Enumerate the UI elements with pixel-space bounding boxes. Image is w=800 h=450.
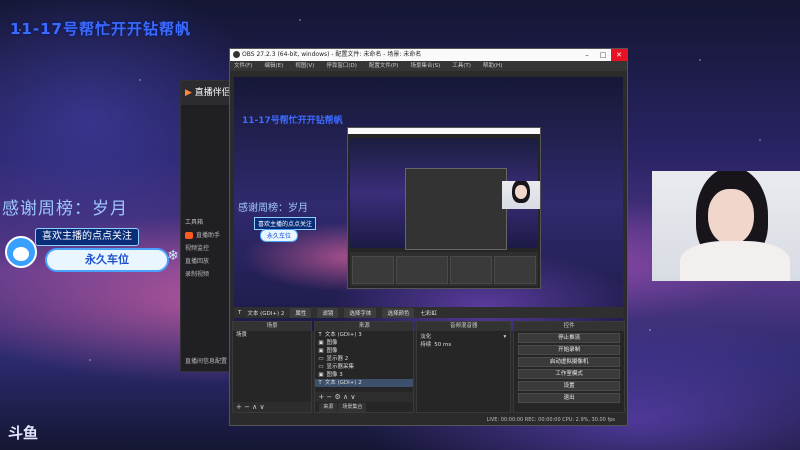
menu-bar: 文件(F) 编辑(E) 视图(V) 停靠窗口(D) 配置文件(P) 场景集合(S… [230,61,627,71]
mixer-header: 音频混音器 [417,322,511,331]
source-item[interactable]: T 文本 (GDI+) 3 [315,331,413,339]
scenes-header: 场景 [233,322,312,331]
tab-sources[interactable]: 来源 [319,403,338,412]
text-icon: T [318,332,322,338]
menu-scene-collection[interactable]: 场景集合(S) [410,61,440,71]
menu-help[interactable]: 帮助(H) [483,61,502,71]
controls-dock: 控件 停止推流 开始录制 启动虚拟摄像机 工作室模式 设置 退出 [513,321,625,413]
status-bar: LIVE: 00:00:00 REC: 00:00:00 CPU: 2.9%, … [230,415,627,425]
menu-tools[interactable]: 工具(T) [452,61,471,71]
properties-button[interactable]: 属性 [290,307,312,318]
snowflake-icon: ❄ [167,248,179,264]
overlay-title: 11-17号帮忙开开钻帮帆 [10,20,191,38]
obs-window[interactable]: OBS 27.2.3 (64-bit, windows) - 配置文件: 未命名… [229,48,628,426]
preview-portrait [502,181,540,209]
stop-streaming-button[interactable]: 停止推流 [518,333,620,343]
source-item[interactable]: ▣ 图像 [315,347,413,355]
virtual-camera-button[interactable]: 启动虚拟摄像机 [518,357,620,367]
weekly-thanks-text: 感谢周榜：岁月 [2,199,128,219]
permanent-seat-badge: 永久车位 [45,248,169,272]
transition-select[interactable]: 淡化 ▾ [417,333,510,341]
obs-logo-icon [233,51,240,58]
image-icon: ▣ [318,372,324,378]
text-value-field[interactable]: 七彩虹 [420,309,437,317]
settings-button[interactable]: 设置 [518,381,620,391]
nested-titlebar [348,128,540,134]
source-toolbar: T 文本 (GDI+) 2 属性 滤镜 选择字体 选择颜色 七彩虹 [234,307,623,318]
menu-profile[interactable]: 配置文件(P) [369,61,399,71]
window-title: OBS 27.2.3 (64-bit, windows) - 配置文件: 未命名… [242,51,422,58]
sources-dock: 来源 T 文本 (GDI+) 3 ▣ 图像 ▣ 图像 ▭ 显示器 2 ▭ 显示器采集 ▣ 图… [314,321,415,413]
tab-scene-collection[interactable]: 场景集合 [338,403,367,412]
camera-icon [185,232,193,239]
obs-titlebar[interactable]: OBS 27.2.3 (64-bit, windows) - 配置文件: 未命名… [230,49,627,61]
menu-file[interactable]: 文件(F) [234,61,252,71]
selected-source-label: 文本 (GDI+) 2 [247,310,285,317]
source-item[interactable]: ▣ 图像 [315,339,413,347]
mixer-dock: 音频混音器 淡化 ▾ 持续 50 ms [416,321,512,413]
helper-footer[interactable]: 直播间信息配置 [181,354,231,367]
exit-button[interactable]: 退出 [518,393,620,403]
select-color-button[interactable]: 选择颜色 [382,307,415,318]
text-icon: T [318,380,322,386]
monitor-icon: ▭ [318,356,324,362]
preview-title: 11-17号帮忙开开钻帮帆 [242,116,343,126]
scene-item[interactable]: 场景 [233,331,311,339]
monitor-icon: ▭ [318,364,324,370]
controls-header: 控件 [514,322,624,331]
image-icon: ▣ [318,340,324,346]
menu-edit[interactable]: 编辑(E) [264,61,283,71]
minimize-button[interactable]: – [579,49,595,61]
follow-banner: 喜欢主播的点点关注 永久车位 ❄ [5,228,179,276]
program-preview[interactable]: 11-17号帮忙开开钻帮帆 感谢周榜：岁月 喜欢主播的点点关注 永久车位 [234,77,623,331]
preview-thanks: 感谢周榜：岁月 [238,203,308,214]
start-recording-button[interactable]: 开始录制 [518,345,620,355]
scenes-footer-buttons[interactable]: + − ∧ ∨ [233,402,312,412]
close-button[interactable]: ✕ [611,49,627,61]
menu-docks[interactable]: 停靠窗口(D) [326,61,357,71]
source-item-selected[interactable]: T 文本 (GDI+) 2 [315,379,414,387]
sources-tabs: 来源 场景集合 [319,403,367,412]
sources-header: 来源 [315,322,414,331]
dock-area: 场景 场景 + − ∧ ∨ 来源 T 文本 (GDI+) 3 ▣ 图像 ▣ 图像 ▭ 显… [232,321,625,413]
douyu-logo: 斗鱼 [8,424,39,442]
portrait-image-large [652,171,800,281]
sources-footer-buttons[interactable]: + − ⚙ ∧ ∨ [315,392,414,402]
image-icon: ▣ [318,348,324,354]
studio-mode-button[interactable]: 工作室模式 [518,369,620,379]
source-type-icon: T [238,309,242,316]
nested-docks [350,252,538,286]
filters-button[interactable]: 滤镜 [317,307,339,318]
chevron-down-icon: ▾ [503,334,507,340]
select-font-button[interactable]: 选择字体 [344,307,377,318]
preview-seat: 永久车位 [260,229,299,242]
follow-prompt: 喜欢主播的点点关注 [35,228,139,246]
source-item[interactable]: ▭ 显示器采集 [315,363,413,371]
maximize-button[interactable]: □ [595,49,611,61]
duration-field[interactable]: 持续 50 ms [417,341,510,349]
source-item[interactable]: ▭ 显示器 2 [315,355,413,363]
doraemon-icon [5,236,37,268]
scenes-dock: 场景 场景 + − ∧ ∨ [232,321,313,413]
menu-view[interactable]: 视图(V) [295,61,314,71]
source-item[interactable]: ▣ 图像 3 [315,371,413,379]
